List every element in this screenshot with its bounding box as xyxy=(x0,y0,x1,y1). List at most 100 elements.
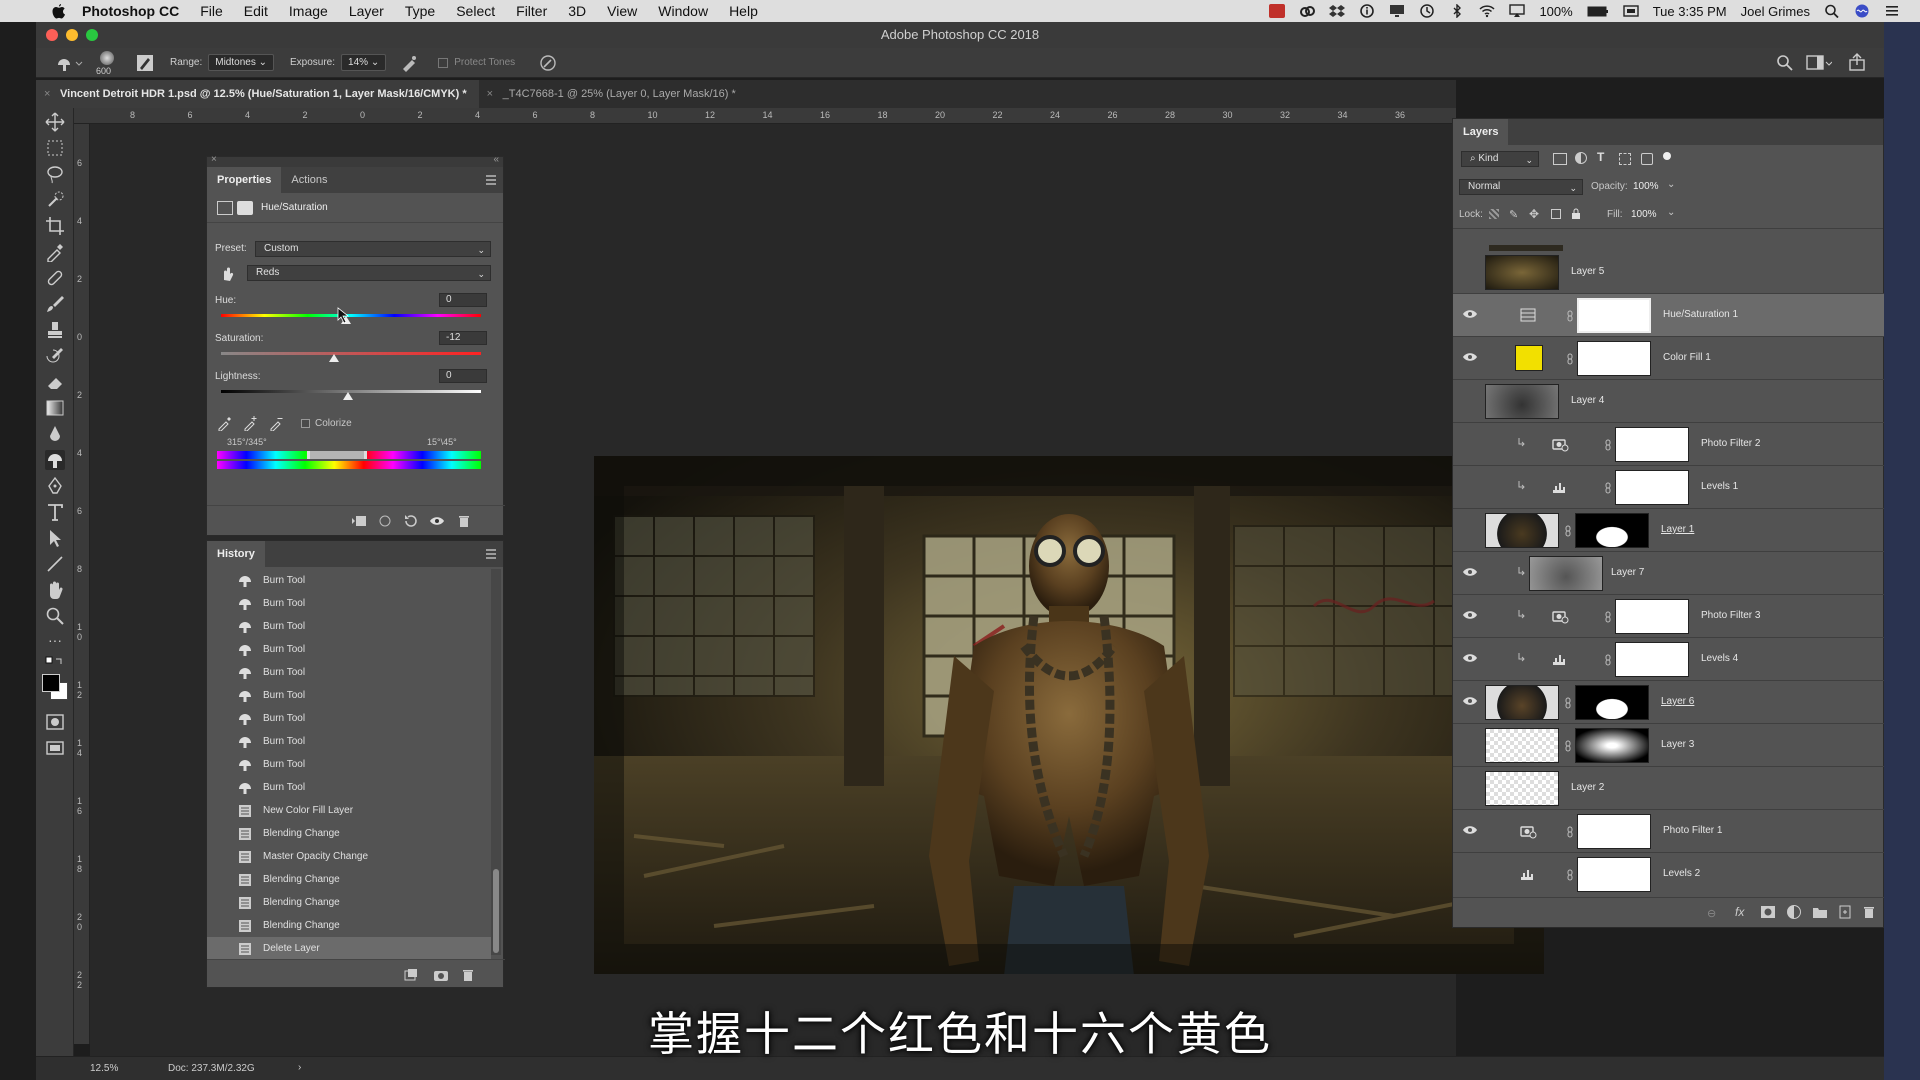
brush-size-picker[interactable]: 600 xyxy=(90,49,130,77)
eye-icon[interactable] xyxy=(1463,610,1477,620)
filter-pixel-icon[interactable] xyxy=(1553,153,1567,165)
eye-icon[interactable] xyxy=(1463,309,1477,319)
eye-icon[interactable] xyxy=(1463,696,1477,706)
range-dropdown[interactable]: Midtones ⌄ xyxy=(208,54,274,71)
layer-name[interactable]: Photo Filter 1 xyxy=(1663,825,1722,836)
delete-layer-icon[interactable] xyxy=(1863,905,1875,919)
saturation-input[interactable]: -12 xyxy=(439,331,487,345)
chain-link-icon[interactable] xyxy=(1567,310,1573,322)
zoom-level[interactable]: 12.5% xyxy=(90,1063,118,1074)
channel-dropdown[interactable]: Reds ⌄ xyxy=(247,265,491,281)
info-icon[interactable] xyxy=(1359,4,1375,18)
chain-link-icon[interactable] xyxy=(1605,439,1611,451)
eye-icon[interactable] xyxy=(1463,352,1477,362)
hue-slider-track[interactable] xyxy=(221,314,481,317)
chain-link-icon[interactable] xyxy=(1567,353,1573,365)
chain-link-icon[interactable] xyxy=(1565,697,1571,709)
fill-input[interactable]: 100% xyxy=(1631,209,1657,220)
layer-name[interactable]: Layer 7 xyxy=(1611,567,1644,578)
layer-row[interactable]: Layer 5 xyxy=(1453,251,1885,294)
layer-name[interactable]: Layer 5 xyxy=(1571,266,1604,277)
color-fill-swatch[interactable] xyxy=(1515,345,1543,371)
document-size[interactable]: Doc: 237.3M/2.32G xyxy=(168,1063,255,1074)
siri-icon[interactable] xyxy=(1854,4,1870,18)
layer-mask-thumbnail[interactable] xyxy=(1577,298,1651,333)
burn-tool-preset-icon[interactable] xyxy=(54,53,84,73)
wifi-icon[interactable] xyxy=(1479,4,1495,18)
keyboard-icon[interactable] xyxy=(1622,4,1639,18)
link-layers-icon[interactable]: ⊖ xyxy=(1707,907,1716,920)
panel-menu-icon[interactable] xyxy=(485,175,497,185)
new-layer-icon[interactable] xyxy=(1839,905,1851,919)
colorize-checkbox[interactable] xyxy=(301,419,310,428)
history-item[interactable]: Burn Tool xyxy=(207,569,491,592)
filter-shape-icon[interactable] xyxy=(1619,153,1631,165)
mask-icon[interactable] xyxy=(237,201,253,215)
blur-tool-icon[interactable] xyxy=(45,424,65,444)
layer-row[interactable]: Layer 6 xyxy=(1453,681,1885,724)
menu-type[interactable]: Type xyxy=(405,3,435,19)
burn-tool-icon[interactable] xyxy=(45,450,65,470)
camera-snapshot-icon[interactable] xyxy=(433,968,449,982)
history-item[interactable]: Burn Tool xyxy=(207,661,491,684)
reset-icon[interactable] xyxy=(403,514,419,528)
eye-icon[interactable] xyxy=(1463,567,1477,577)
layer-name[interactable]: Photo Filter 2 xyxy=(1701,438,1760,449)
clock[interactable]: Tue 3:35 PM xyxy=(1653,4,1727,19)
color-range-bar-bottom[interactable] xyxy=(217,461,481,469)
layer-mask-thumbnail[interactable] xyxy=(1577,857,1651,892)
chain-link-icon[interactable] xyxy=(1605,611,1611,623)
apple-icon[interactable] xyxy=(50,3,68,19)
layer-mask-thumbnail[interactable] xyxy=(1615,599,1689,634)
eyedropper-tool-icon[interactable] xyxy=(45,242,65,263)
type-tool-icon[interactable] xyxy=(45,502,65,522)
document-image[interactable] xyxy=(594,456,1544,974)
history-item[interactable]: Delete Layer xyxy=(207,937,491,960)
blend-mode-dropdown[interactable]: Normal ⌄ xyxy=(1459,179,1583,195)
workspace-icon[interactable] xyxy=(1806,54,1833,72)
eyedropper-icon[interactable] xyxy=(217,415,233,432)
fill-chevron-icon[interactable]: ⌄ xyxy=(1667,207,1675,218)
airplay-icon[interactable] xyxy=(1509,4,1526,18)
new-group-icon[interactable] xyxy=(1813,906,1827,918)
close-tab-icon[interactable]: × xyxy=(44,80,50,108)
layer-row[interactable]: Color Fill 1 xyxy=(1453,337,1885,380)
default-colors-icon[interactable] xyxy=(45,656,65,666)
saturation-slider-thumb[interactable] xyxy=(329,354,339,362)
layer-row[interactable]: Layer 7 xyxy=(1453,552,1885,595)
layer-mask-thumbnail[interactable] xyxy=(1615,642,1689,677)
healing-brush-tool-icon[interactable] xyxy=(45,268,65,288)
history-item[interactable]: Burn Tool xyxy=(207,707,491,730)
history-item[interactable]: Blending Change xyxy=(207,914,491,937)
layer-row[interactable]: Layer 4 xyxy=(1453,380,1885,423)
lock-transparent-icon[interactable] xyxy=(1489,209,1499,219)
lasso-tool-icon[interactable] xyxy=(45,164,65,184)
menu-file[interactable]: File xyxy=(200,3,223,19)
lock-position-icon[interactable]: ✥ xyxy=(1529,207,1539,221)
layer-row[interactable]: Levels 1 xyxy=(1453,466,1885,509)
filter-smart-object-icon[interactable] xyxy=(1641,153,1653,165)
history-item[interactable]: Burn Tool xyxy=(207,776,491,799)
history-item[interactable]: Burn Tool xyxy=(207,730,491,753)
search-icon[interactable] xyxy=(1776,54,1794,72)
lock-all-icon[interactable] xyxy=(1571,208,1581,219)
history-item[interactable]: Burn Tool xyxy=(207,592,491,615)
layer-row[interactable]: Layer 1 xyxy=(1453,509,1885,552)
filter-toggle-icon[interactable] xyxy=(1663,152,1671,160)
layer-name[interactable]: Color Fill 1 xyxy=(1663,352,1711,363)
lightness-input[interactable]: 0 xyxy=(439,369,487,383)
eyedropper-minus-icon[interactable] xyxy=(269,415,285,432)
layer-mask-thumbnail[interactable] xyxy=(1577,814,1651,849)
layer-style-icon[interactable]: fx xyxy=(1735,905,1744,919)
layer-mask-thumbnail[interactable] xyxy=(1575,685,1649,720)
clip-to-layer-icon[interactable] xyxy=(351,514,367,528)
menu-app-name[interactable]: Photoshop CC xyxy=(82,3,179,19)
visibility-icon[interactable] xyxy=(429,514,445,528)
foreground-color-swatch[interactable] xyxy=(42,674,60,692)
history-scrollbar[interactable] xyxy=(491,569,501,955)
layer-name[interactable]: Layer 4 xyxy=(1571,395,1604,406)
move-tool-icon[interactable] xyxy=(45,112,65,132)
menu-layer[interactable]: Layer xyxy=(349,3,384,19)
history-item[interactable]: Burn Tool xyxy=(207,684,491,707)
crop-tool-icon[interactable] xyxy=(45,216,65,236)
